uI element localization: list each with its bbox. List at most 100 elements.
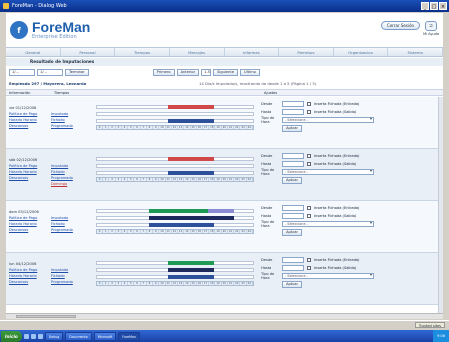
check-out-checkbox[interactable]: [307, 214, 311, 218]
day-list: vie 01/12/2006 Política de Pago Horario Ho…: [6, 97, 443, 305]
check-in-checkbox[interactable]: [307, 102, 311, 106]
timeline-bar: [168, 119, 215, 123]
exit-button[interactable]: ⎋ Mi Ayuda: [423, 21, 439, 36]
taskbar-button[interactable]: Debug: [44, 331, 64, 341]
nav-item[interactable]: Personal: [61, 48, 116, 56]
timeline-track: [96, 112, 254, 116]
apply-button[interactable]: Aplicar: [282, 228, 302, 236]
header-actions: Cerrar Sesión ⎋ Mi Ayuda: [381, 21, 439, 36]
hour-type-select[interactable]: - Seleccione -: [282, 221, 374, 227]
day-link[interactable]: Descansos: [9, 175, 49, 181]
apply-button[interactable]: Aplicar: [282, 176, 302, 184]
security-zone: Trusted sites: [414, 322, 445, 328]
brand: f ForeMan Enterprise Edition: [10, 15, 90, 45]
desde-input[interactable]: [282, 257, 304, 263]
col-info: Información: [9, 91, 31, 95]
exit-icon: ⎋: [425, 21, 438, 31]
desde-label: Desde: [261, 206, 273, 210]
hasta-input[interactable]: [282, 265, 304, 271]
quicklaunch-mail-icon[interactable]: [37, 333, 43, 339]
nav-item[interactable]: Marcajes: [170, 48, 225, 56]
check-in-checkbox[interactable]: [307, 258, 311, 262]
col-times: Tiempos: [54, 91, 70, 95]
apply-button[interactable]: Aplicar: [282, 280, 302, 288]
day-link[interactable]: Descansos: [9, 279, 49, 285]
pager-last-button[interactable]: Último: [240, 68, 260, 76]
taskbar-button[interactable]: ForeMan: [118, 331, 140, 341]
hour-type-select[interactable]: - Seleccione -: [282, 169, 374, 175]
desde-input[interactable]: [282, 153, 304, 159]
logout-button[interactable]: Cerrar Sesión: [381, 21, 421, 30]
taskbar-button[interactable]: Microsoft: [93, 331, 117, 341]
hasta-label: Hasta: [261, 266, 272, 270]
date-to-input[interactable]: 1/...: [37, 68, 63, 76]
timeline-bar: [168, 275, 215, 279]
apply-button[interactable]: Aplicar: [282, 124, 302, 132]
nav-item[interactable]: Organizacion: [334, 48, 389, 56]
hasta-label: Hasta: [261, 162, 272, 166]
check-out-checkbox[interactable]: [307, 110, 311, 114]
window-controls: _ □ ×: [421, 2, 447, 10]
adjust-panel: Desde Inserta Fichada (Entrada) Hasta Inser…: [261, 152, 441, 184]
start-button[interactable]: Inicio: [1, 330, 22, 342]
minimize-button[interactable]: _: [421, 2, 429, 10]
tipo-label: Tipo de Hora: [261, 220, 275, 228]
timeline-bar: [168, 171, 215, 175]
check-in-label: Inserta Fichada (Entrada): [314, 154, 360, 158]
time-type-link[interactable]: Programado: [51, 279, 81, 285]
check-out-checkbox[interactable]: [307, 266, 311, 270]
maximize-button[interactable]: □: [430, 2, 438, 10]
panel-title: Resultado de Imputaciones: [6, 58, 443, 66]
filter-bar: 1/... 1/... Terminar Primero Anterior 1-…: [6, 67, 443, 77]
time-types: Imputado Fichado Programado: [51, 215, 81, 233]
adjust-panel: Desde Inserta Fichada (Entrada) Hasta Inser…: [261, 256, 441, 288]
check-in-label: Inserta Fichada (Entrada): [314, 206, 360, 210]
time-types: Imputado Fichado Programado Domingo: [51, 163, 81, 187]
nav-item[interactable]: Permisos: [279, 48, 334, 56]
desde-input[interactable]: [282, 101, 304, 107]
time-types: Imputado Fichado Programado: [51, 111, 81, 129]
day-info: vie 01/12/2006 Política de Pago Horario Ho…: [9, 105, 49, 129]
pager-first-button[interactable]: Primero: [152, 68, 175, 76]
hour-type-select[interactable]: - Seleccione -: [282, 273, 374, 279]
time-type-link[interactable]: Programado: [51, 227, 81, 233]
date-from-input[interactable]: 1/...: [9, 68, 35, 76]
taskbar-button[interactable]: Documento: [65, 331, 92, 341]
timeline-bar: [148, 209, 208, 213]
hasta-input[interactable]: [282, 161, 304, 167]
timeline-bar: [168, 157, 215, 161]
hour-tick: 24: [247, 178, 253, 181]
close-button[interactable]: ×: [439, 2, 447, 10]
quicklaunch-ie-icon[interactable]: [23, 333, 29, 339]
status-bar: Trusted sites: [0, 320, 449, 328]
check-out-checkbox[interactable]: [307, 162, 311, 166]
hasta-input[interactable]: [282, 213, 304, 219]
day-link[interactable]: Descansos: [9, 123, 49, 129]
day-extra-link[interactable]: Domingo: [51, 181, 81, 187]
check-in-checkbox[interactable]: [307, 154, 311, 158]
vertical-scrollbar[interactable]: [438, 97, 443, 313]
hasta-input[interactable]: [282, 109, 304, 115]
hour-tick: 24: [247, 126, 253, 129]
day-info: dom 03/12/2006 Política de Pago Horario Ho…: [9, 209, 49, 233]
horizontal-scrollbar[interactable]: [6, 313, 443, 319]
nav-item[interactable]: General: [6, 48, 61, 56]
day-row: vie 01/12/2006 Política de Pago Horario Ho…: [6, 97, 443, 149]
pager-next-button[interactable]: Siguiente: [213, 68, 239, 76]
scroll-thumb[interactable]: [16, 315, 76, 318]
nav-item[interactable]: Tiempos: [115, 48, 170, 56]
day-link[interactable]: Descansos: [9, 227, 49, 233]
app-icon: [3, 3, 9, 9]
pager-prev-button[interactable]: Anterior: [176, 68, 200, 76]
check-in-checkbox[interactable]: [307, 206, 311, 210]
hour-scale: 0 1 2 3 4 5 6 7 8 9 10 11 12 13 14 15 16 17 18 19 20 21 22 23 24: [96, 125, 254, 130]
nav-item[interactable]: Sistema: [388, 48, 443, 56]
quicklaunch-desktop-icon[interactable]: [30, 333, 36, 339]
nav-item[interactable]: Informes: [225, 48, 280, 56]
time-type-link[interactable]: Programado: [51, 123, 81, 129]
search-button[interactable]: Terminar: [65, 68, 89, 76]
hour-type-select[interactable]: - Seleccione -: [282, 117, 374, 123]
desde-input[interactable]: [282, 205, 304, 211]
result-summary: 14 Día/s Imputado/s, mostrando de desde …: [199, 81, 317, 86]
timeline-track: [96, 164, 254, 168]
